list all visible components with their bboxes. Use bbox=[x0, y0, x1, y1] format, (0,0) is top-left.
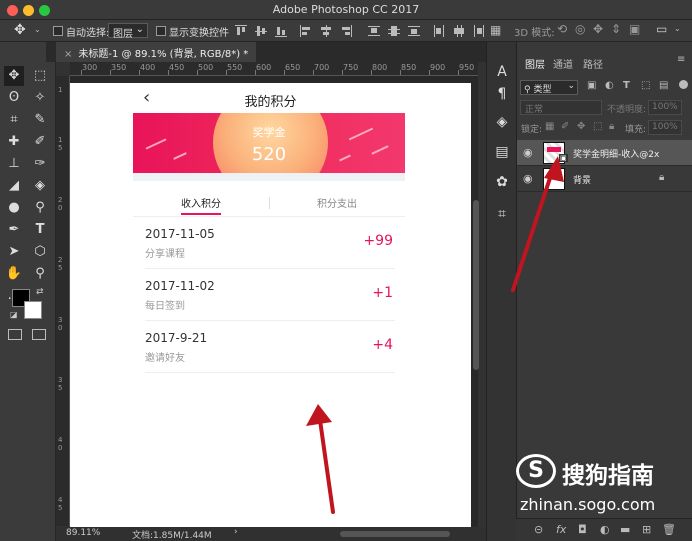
arrow-to-document bbox=[306, 404, 335, 514]
arrow-to-layer bbox=[511, 156, 564, 292]
annotation-arrows bbox=[306, 156, 564, 514]
